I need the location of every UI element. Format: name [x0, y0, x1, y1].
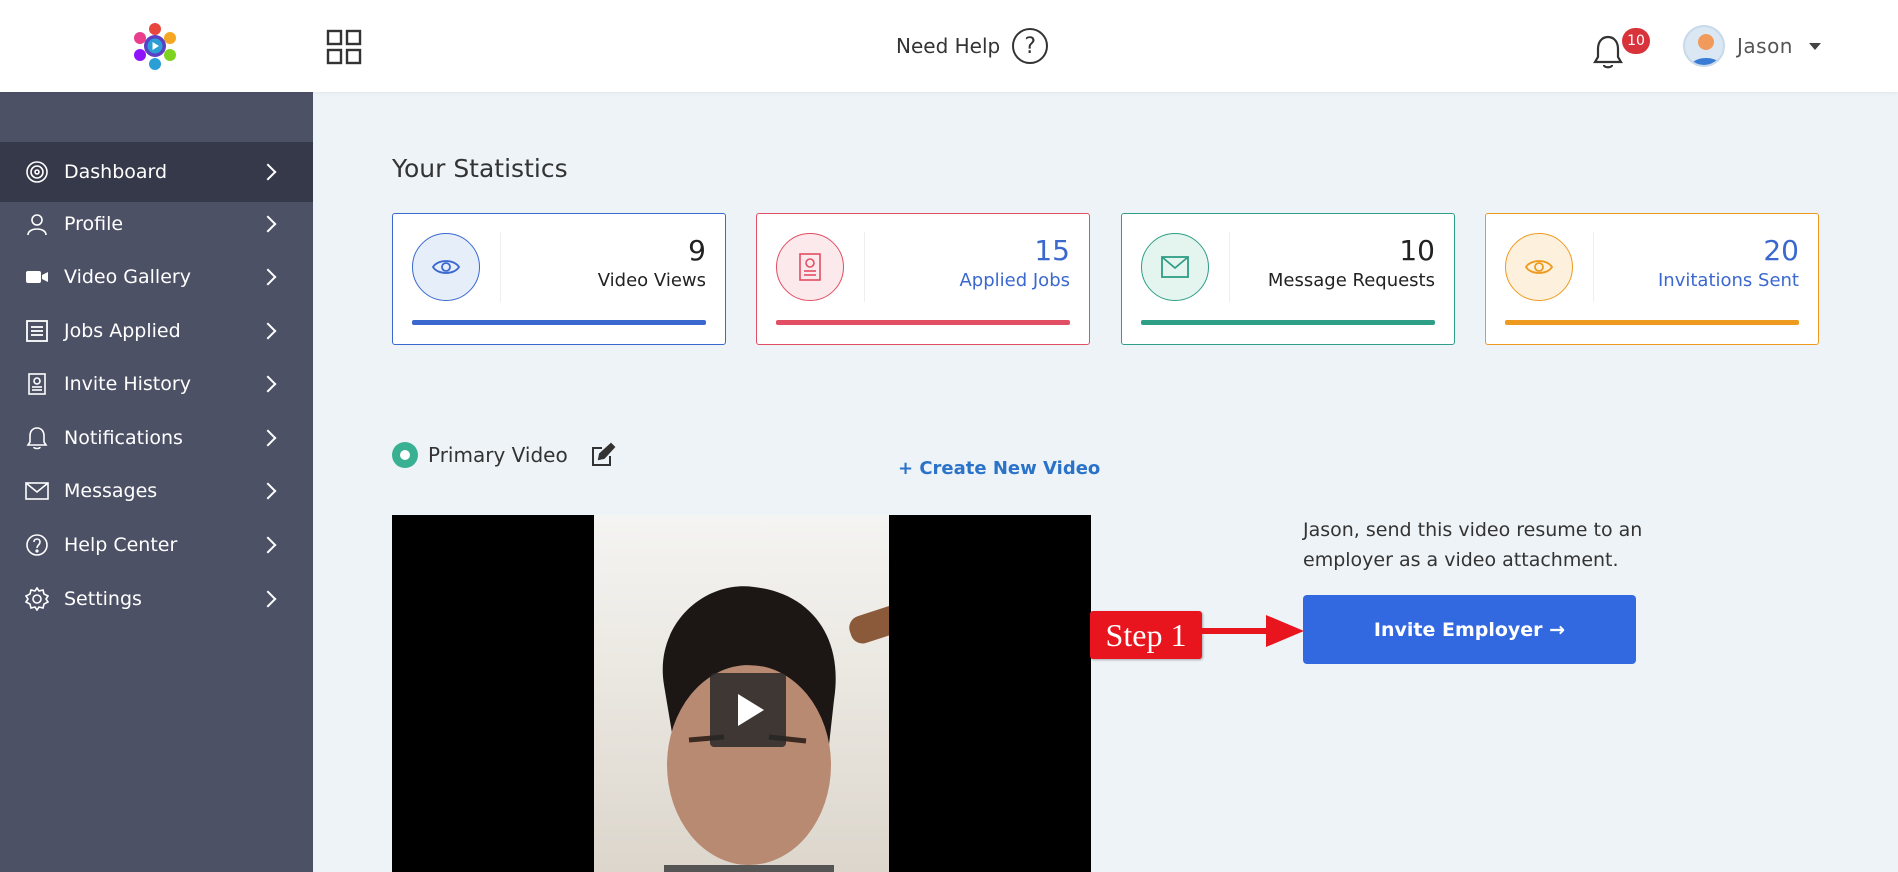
sidebar-item-label: Invite History [64, 373, 191, 395]
invite-document-icon [24, 371, 50, 397]
sidebar-item-settings[interactable]: Settings [0, 571, 313, 627]
notification-badge[interactable]: 10 [1622, 28, 1650, 54]
eye-icon [1505, 233, 1573, 301]
stat-value: 10 [1399, 234, 1435, 267]
notification-bell-icon[interactable] [1592, 34, 1624, 70]
dashboard-icon [24, 159, 50, 185]
need-help-link[interactable]: Need Help ? [896, 28, 1049, 64]
document-list-icon [24, 318, 50, 344]
create-new-video-link[interactable]: + Create New Video [898, 458, 1100, 479]
invite-employer-button[interactable]: Invite Employer → [1303, 595, 1636, 664]
sidebar-item-notifications[interactable]: Notifications [0, 410, 313, 466]
sidebar-item-invite-history[interactable]: Invite History [0, 356, 313, 412]
stat-card-applied-jobs[interactable]: 15 Applied Jobs [756, 213, 1090, 345]
sidebar-item-label: Settings [64, 588, 142, 610]
stat-bar [412, 320, 706, 325]
chevron-right-icon [259, 375, 277, 393]
chevron-right-icon [259, 482, 277, 500]
stat-label: Invitations Sent [1657, 270, 1799, 291]
arrow-right-icon [1200, 613, 1304, 649]
stat-label: Applied Jobs [959, 270, 1070, 291]
stat-card-invitations-sent[interactable]: 20 Invitations Sent [1485, 213, 1819, 345]
sidebar-item-label: Jobs Applied [64, 320, 181, 342]
user-menu[interactable]: Jason [1683, 25, 1821, 67]
sidebar-item-help-center[interactable]: Help Center [0, 517, 313, 573]
primary-video-label: Primary Video [428, 443, 568, 467]
sidebar-item-label: Profile [64, 213, 124, 235]
eye-icon [412, 233, 480, 301]
card-divider [500, 232, 501, 302]
help-circle-icon [24, 532, 50, 558]
chevron-right-icon [259, 163, 277, 181]
avatar [1683, 25, 1725, 67]
need-help-label: Need Help [896, 34, 1001, 58]
stat-card-video-views[interactable]: 9 Video Views [392, 213, 726, 345]
video-player[interactable] [392, 515, 1091, 872]
stat-bar [1141, 320, 1435, 325]
sidebar-item-dashboard[interactable]: Dashboard [0, 142, 313, 202]
card-divider [1229, 232, 1230, 302]
chevron-right-icon [259, 215, 277, 233]
envelope-icon [1141, 233, 1209, 301]
gear-icon [24, 586, 50, 612]
step-label: Step 1 [1090, 611, 1202, 659]
app-logo[interactable] [130, 20, 180, 72]
stat-bar [1505, 320, 1799, 325]
chevron-right-icon [259, 322, 277, 340]
chevron-right-icon [259, 590, 277, 608]
sidebar-item-label: Notifications [64, 427, 183, 449]
stat-bar [776, 320, 1070, 325]
primary-video-header: Primary Video [392, 442, 616, 468]
invite-message: Jason, send this video resume to an empl… [1303, 519, 1643, 571]
chevron-down-icon [1809, 42, 1821, 50]
resume-icon [776, 233, 844, 301]
card-divider [864, 232, 865, 302]
page-title: Your Statistics [392, 154, 568, 183]
apps-grid-icon[interactable] [326, 29, 362, 65]
question-icon: ? [1012, 28, 1049, 64]
user-name: Jason [1737, 34, 1793, 58]
user-icon [24, 211, 50, 237]
primary-video-radio[interactable] [392, 442, 418, 468]
sidebar-item-messages[interactable]: Messages [0, 463, 313, 519]
chevron-right-icon [259, 429, 277, 447]
stat-value: 15 [1034, 234, 1070, 267]
chevron-right-icon [259, 536, 277, 554]
card-divider [1593, 232, 1594, 302]
envelope-icon [24, 478, 50, 504]
stat-value: 9 [688, 234, 706, 267]
play-button[interactable] [710, 673, 786, 747]
stat-label: Message Requests [1267, 270, 1435, 291]
stat-value: 20 [1763, 234, 1799, 267]
stat-card-message-requests[interactable]: 10 Message Requests [1121, 213, 1455, 345]
sidebar-item-label: Video Gallery [64, 266, 191, 288]
sidebar-item-jobs-applied[interactable]: Jobs Applied [0, 303, 313, 359]
sidebar-item-label: Help Center [64, 534, 178, 556]
video-camera-icon [24, 264, 50, 290]
sidebar: Dashboard Profile Video Gallery Jobs App… [0, 92, 313, 872]
top-bar: Need Help ? 10 Jason [0, 0, 1898, 92]
stat-label: Video Views [597, 270, 706, 291]
edit-icon[interactable] [590, 442, 616, 468]
chevron-right-icon [259, 268, 277, 286]
sidebar-item-label: Messages [64, 480, 158, 502]
sidebar-item-video-gallery[interactable]: Video Gallery [0, 249, 313, 305]
sidebar-item-profile[interactable]: Profile [0, 196, 313, 252]
sidebar-item-label: Dashboard [64, 161, 168, 183]
bell-icon [24, 425, 50, 451]
